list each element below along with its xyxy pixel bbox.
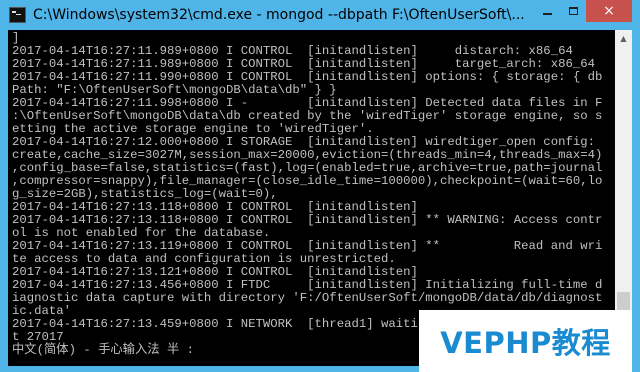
title-bar[interactable]: C:\Windows\system32\cmd.exe - mongod --d… <box>0 0 640 30</box>
close-button[interactable]: × <box>586 0 632 22</box>
scroll-up-icon[interactable]: ▲ <box>615 30 632 47</box>
watermark-text: VEPHP教程 <box>440 326 611 360</box>
maximize-icon <box>568 7 578 15</box>
window-title: C:\Windows\system32\cmd.exe - mongod --d… <box>33 7 525 23</box>
minimize-icon <box>542 13 552 15</box>
cmd-icon[interactable] <box>9 7 26 23</box>
console-line: iagnostic data capture with directory 'F… <box>12 291 603 305</box>
maximize-button[interactable] <box>560 0 586 22</box>
watermark: VEPHP教程 <box>419 310 632 372</box>
ime-status-line: 中文(简体) - 手心输入法 半 : <box>12 343 195 357</box>
cmd-window: C:\Windows\system32\cmd.exe - mongod --d… <box>0 0 640 372</box>
close-icon: × <box>603 3 615 19</box>
minimize-button[interactable] <box>534 0 560 22</box>
